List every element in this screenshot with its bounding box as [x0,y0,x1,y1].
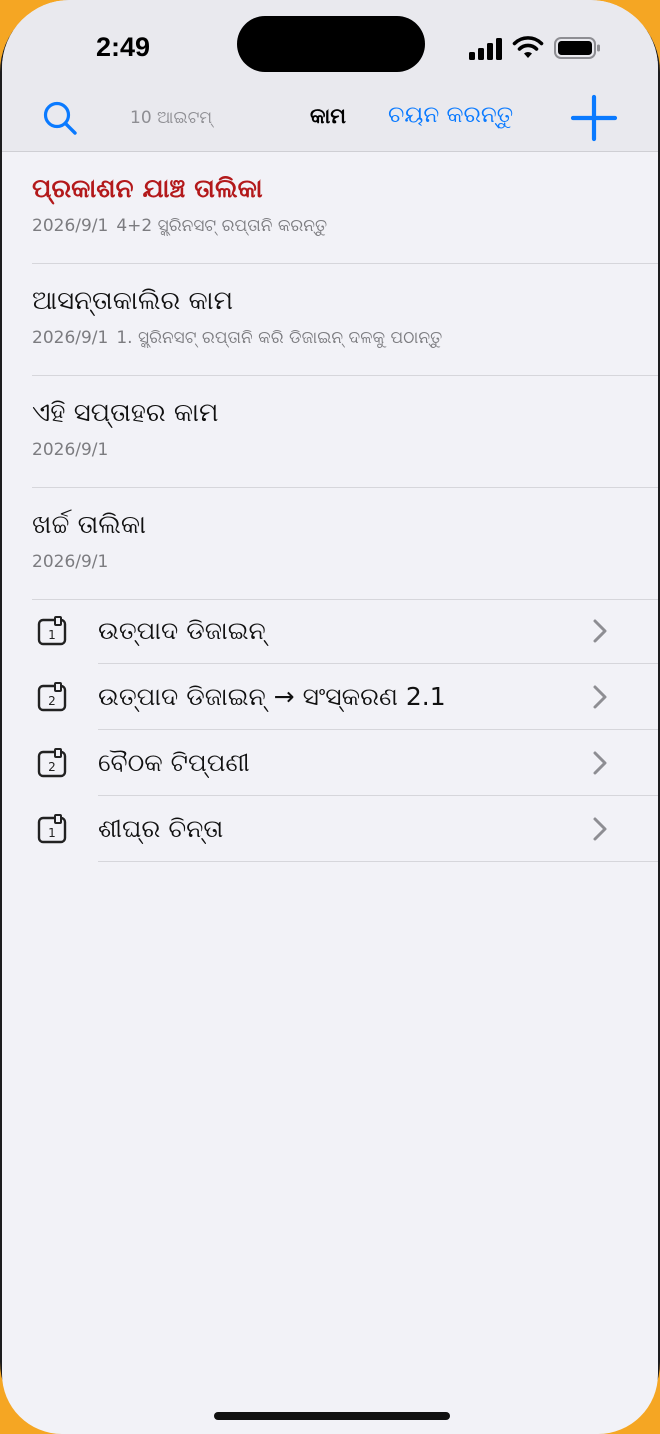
folder-row[interactable]: 2 ଉତ୍ପାଦ ଡିଜାଇନ୍ → ସଂସ୍କରଣ 2.1 [2,664,658,730]
note-title: ଖର୍ଚ୍ଚ ତାଲିକା [32,510,147,540]
note-date: 2026/9/1 [32,216,109,236]
note-row[interactable]: ଆସନ୍ତାକାଲିର କାମ 2026/9/1 1. ସ୍କ୍ରିନସଟ୍ ରପ… [2,264,658,376]
note-meta: 2026/9/1 1. ସ୍କ୍ରିନସଟ୍ ରପ୍ତାନି କରି ଡିଜାଇନ… [32,328,442,348]
folder-stack-icon: 1 [37,814,67,844]
folder-label: ଶୀଘ୍ର ଚିନ୍ତା [98,814,224,843]
note-meta: 2026/9/1 [32,440,116,460]
folder-stack-icon: 1 [37,616,67,646]
folder-stack-icon: 2 [37,682,67,712]
note-meta: 2026/9/1 4+2 ସ୍କ୍ରିନସଟ୍ ରପ୍ତାନି କରନ୍ତୁ [32,216,327,236]
top-bar: 2:49 10 ଆଇଟମ୍ କାମ ଚୟନ କରନ୍ତୁ [2,0,658,152]
page-title: କାମ [310,104,347,128]
search-icon [43,101,77,135]
note-meta: 2026/9/1 [32,552,116,572]
wifi-icon [512,36,544,58]
screen: 2:49 10 ଆଇଟମ୍ କାମ ଚୟନ କରନ୍ତୁ ପ୍ରକାଶନ ଯାଞ… [2,0,658,1434]
folder-count: 1 [48,628,56,642]
note-title: ଆସନ୍ତାକାଲିର କାମ [32,286,234,316]
note-preview: 4+2 ସ୍କ୍ରିନସଟ୍ ରପ୍ତାନି କରନ୍ତୁ [116,216,328,236]
signal-icon [469,38,502,60]
folder-label: ବୈଠକ ଟିପ୍ପଣୀ [98,748,250,777]
chevron-right-icon [593,751,607,775]
note-preview: 1. ସ୍କ୍ରିନସଟ୍ ରପ୍ତାନି କରି ଡିଜାଇନ୍ ଦଳକୁ ପ… [116,328,443,348]
note-date: 2026/9/1 [32,440,109,460]
folder-count: 2 [48,760,56,774]
select-button[interactable]: ଚୟନ କରନ୍ତୁ [388,102,513,128]
chevron-right-icon [593,619,607,643]
home-indicator[interactable] [214,1412,450,1420]
search-button[interactable] [40,98,80,138]
note-row[interactable]: ପ୍ରକାଶନ ଯାଞ୍ଚ ତାଲିକା 2026/9/1 4+2 ସ୍କ୍ରିନ… [2,152,658,264]
note-title: ଏହି ସପ୍ତାହର କାମ [32,398,219,428]
folder-count: 2 [48,694,56,708]
notes-list: ପ୍ରକାଶନ ଯାଞ୍ଚ ତାଲିକା 2026/9/1 4+2 ସ୍କ୍ରିନ… [2,152,658,600]
item-count: 10 ଆଇଟମ୍ [130,108,213,128]
folder-label: ଉତ୍ପାଦ ଡିଜାଇନ୍ → ସଂସ୍କରଣ 2.1 [98,682,446,711]
dynamic-island [237,16,425,72]
chevron-right-icon [593,685,607,709]
folder-label: ଉତ୍ପାଦ ଡିଜାଇନ୍ [98,616,266,645]
note-date: 2026/9/1 [32,328,109,348]
note-row[interactable]: ଏହି ସପ୍ତାହର କାମ 2026/9/1 [2,376,658,488]
folders-list: 1 ଉତ୍ପାଦ ଡିଜାଇନ୍ 2 ଉତ୍ପାଦ ଡିଜାଇନ୍ → ସଂସ୍… [2,598,658,862]
folder-row[interactable]: 1 ଶୀଘ୍ର ଚିନ୍ତା [2,796,658,862]
folder-count: 1 [48,826,56,840]
plus-icon [570,94,618,142]
folder-stack-icon: 2 [37,748,67,778]
phone-frame: 2:49 10 ଆଇଟମ୍ କାମ ଚୟନ କରନ୍ତୁ ପ୍ରକାଶନ ଯାଞ… [0,0,660,1434]
status-time: 2:49 [96,32,151,62]
battery-icon [554,37,600,59]
note-date: 2026/9/1 [32,552,109,572]
note-title: ପ୍ରକାଶନ ଯାଞ୍ଚ ତାଲିକା [32,174,263,204]
folder-row[interactable]: 1 ଉତ୍ପାଦ ଡିଜାଇନ୍ [2,598,658,664]
chevron-right-icon [593,817,607,841]
note-row[interactable]: ଖର୍ଚ୍ଚ ତାଲିକା 2026/9/1 [2,488,658,600]
folder-row[interactable]: 2 ବୈଠକ ଟିପ୍ପଣୀ [2,730,658,796]
add-button[interactable] [570,94,618,142]
